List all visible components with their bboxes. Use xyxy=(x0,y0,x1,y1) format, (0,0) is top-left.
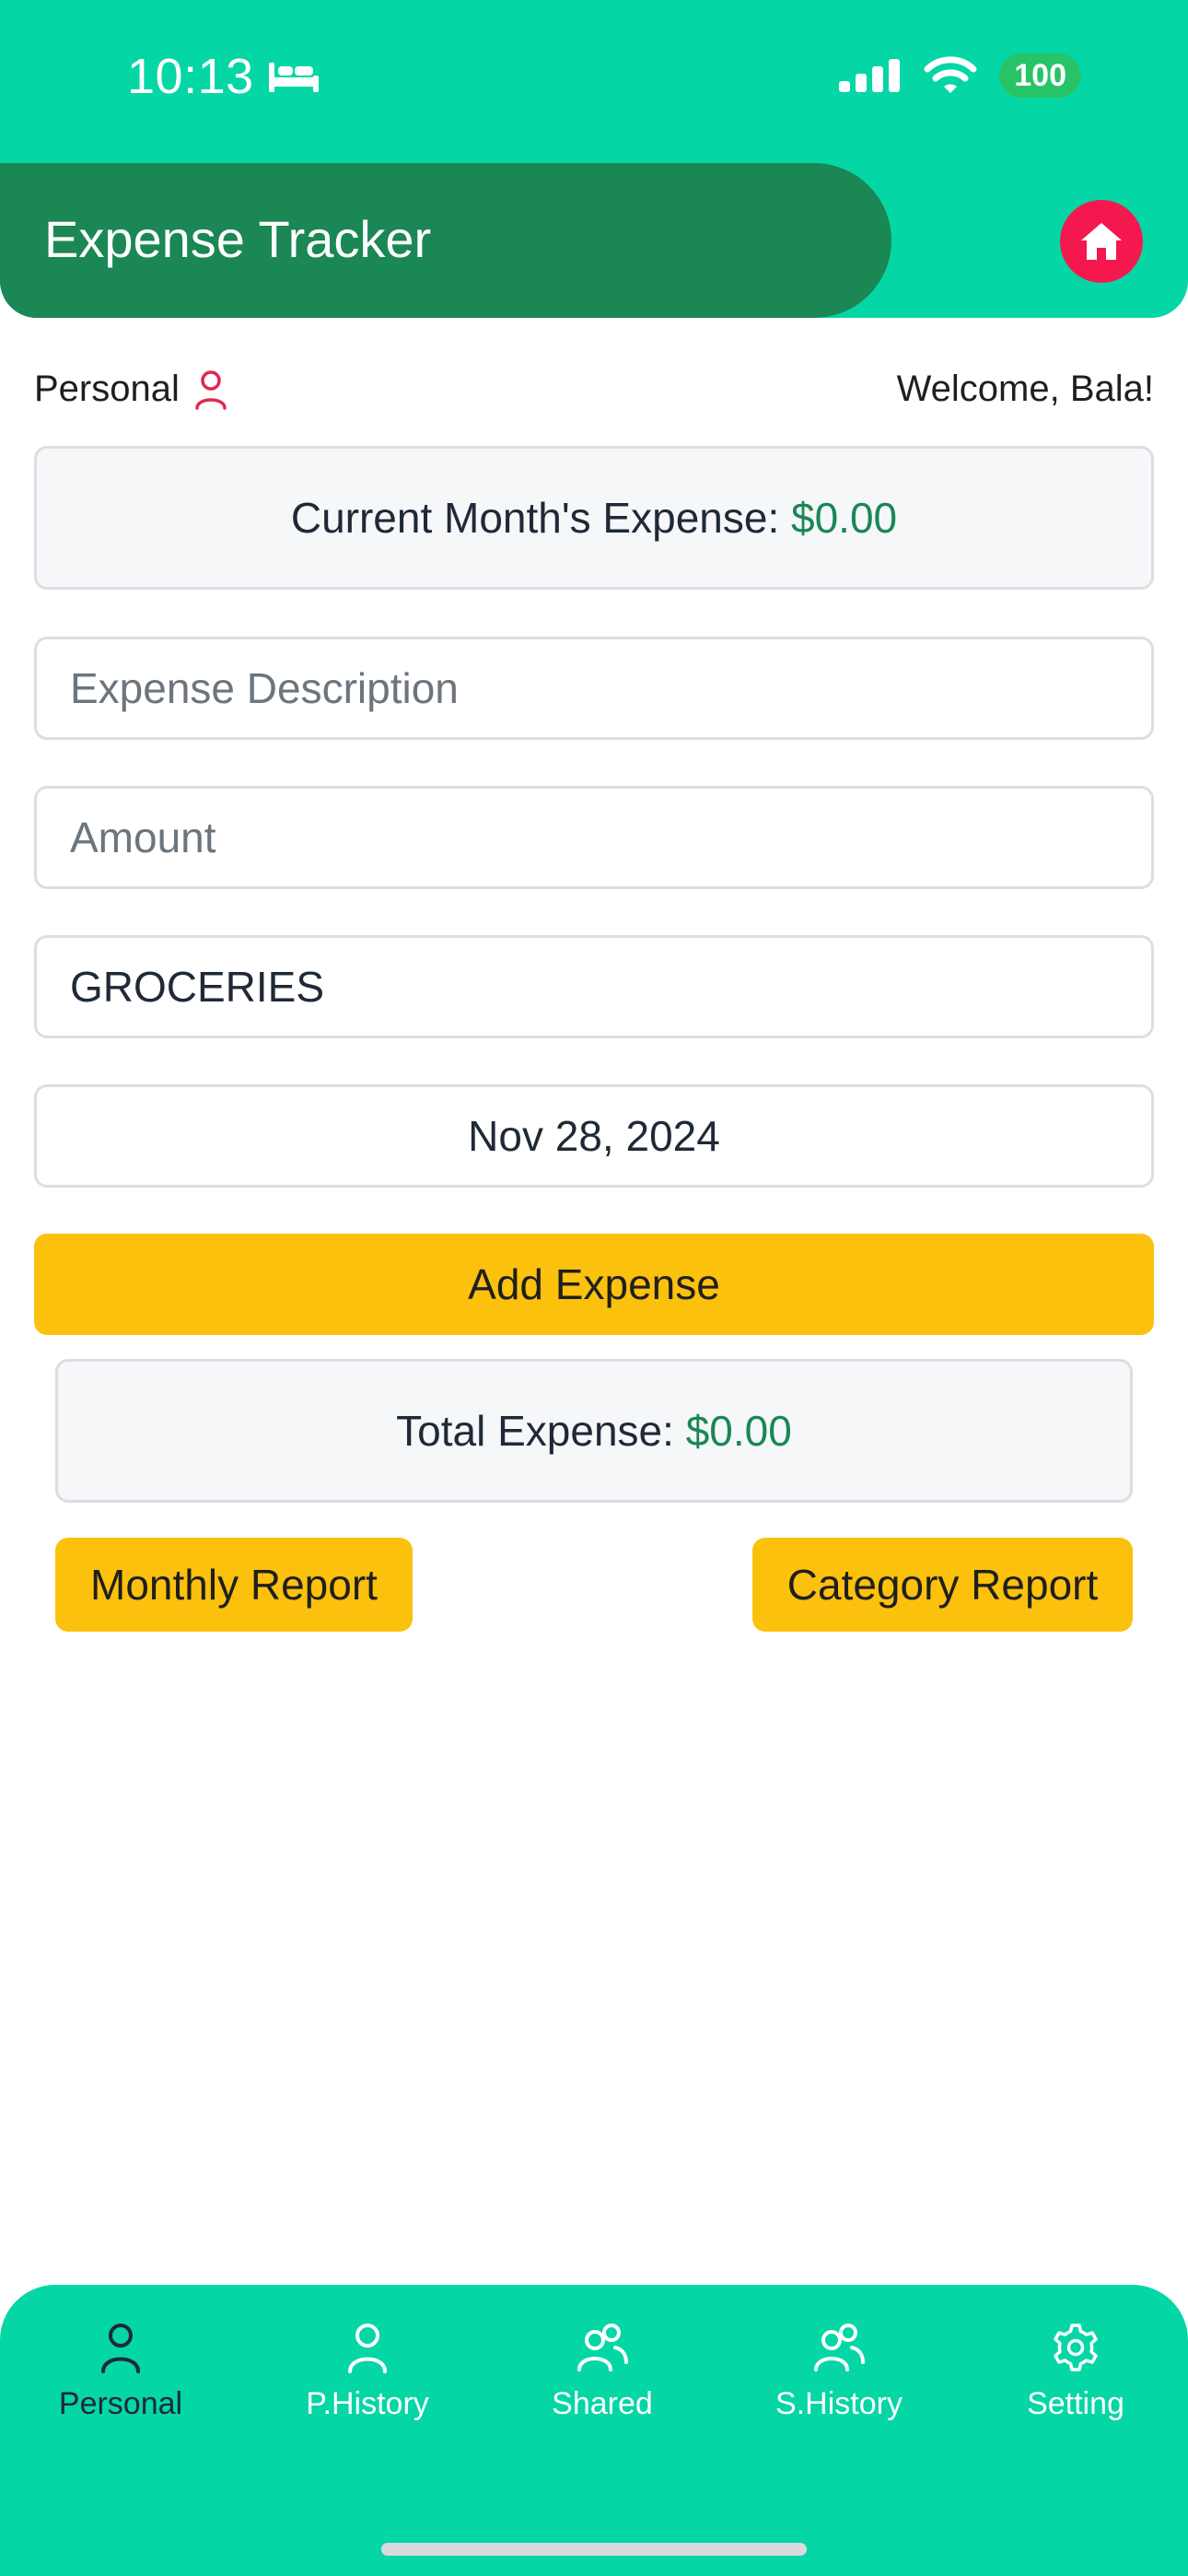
date-picker-value: Nov 28, 2024 xyxy=(468,1112,720,1160)
monthly-report-button[interactable]: Monthly Report xyxy=(55,1538,413,1632)
nav-label-p-history: P.History xyxy=(306,2386,429,2421)
user-icon xyxy=(195,369,227,410)
home-indicator xyxy=(381,2543,807,2556)
current-month-label: Current Month's Expense: xyxy=(290,494,780,542)
nav-item-p-history[interactable]: P.History xyxy=(266,2322,469,2422)
user-icon xyxy=(348,2324,387,2373)
date-picker[interactable]: Nov 28, 2024 xyxy=(34,1084,1154,1188)
nav-item-s-history[interactable]: S.History xyxy=(738,2322,940,2422)
nav-item-shared[interactable]: Shared xyxy=(501,2322,704,2422)
users-icon xyxy=(577,2324,628,2371)
user-icon xyxy=(101,2324,140,2373)
total-expense-box: Total Expense: $0.00 xyxy=(55,1359,1133,1503)
status-time-text: 10:13 xyxy=(127,49,254,104)
category-select-value: GROCERIES xyxy=(70,963,325,1011)
wifi-icon xyxy=(924,56,977,93)
sleep-bed-icon xyxy=(268,63,319,92)
add-expense-button[interactable]: Add Expense xyxy=(34,1234,1154,1335)
nav-label-s-history: S.History xyxy=(775,2386,903,2421)
current-month-expense-box: Current Month's Expense: $0.00 xyxy=(34,446,1154,590)
expense-description-input[interactable] xyxy=(34,637,1154,740)
welcome-text: Welcome, Bala! xyxy=(896,369,1154,409)
home-icon xyxy=(1081,223,1122,260)
total-expense-value: $0.00 xyxy=(685,1407,792,1455)
mode-label: Personal xyxy=(34,369,227,410)
home-button[interactable] xyxy=(1060,200,1143,283)
users-icon xyxy=(814,2324,865,2371)
amount-input[interactable] xyxy=(34,786,1154,889)
nav-item-personal[interactable]: Personal xyxy=(19,2322,222,2422)
category-select[interactable]: GROCERIES xyxy=(34,935,1154,1038)
nav-item-setting[interactable]: Setting xyxy=(974,2322,1177,2422)
category-report-button[interactable]: Category Report xyxy=(752,1538,1133,1632)
gear-icon xyxy=(1054,2324,1098,2371)
cellular-signal-icon xyxy=(839,59,901,92)
current-month-value: $0.00 xyxy=(791,494,898,542)
total-expense-label: Total Expense: xyxy=(396,1407,674,1455)
app-title: Expense Tracker xyxy=(44,210,432,268)
nav-label-personal: Personal xyxy=(58,2386,183,2421)
nav-label-setting: Setting xyxy=(1027,2386,1124,2421)
nav-label-shared: Shared xyxy=(552,2386,653,2421)
status-time: 10:13 xyxy=(127,48,320,105)
battery-indicator: 100 xyxy=(999,53,1081,98)
status-right: 100 xyxy=(839,53,1081,98)
mode-label-text: Personal xyxy=(34,369,180,409)
